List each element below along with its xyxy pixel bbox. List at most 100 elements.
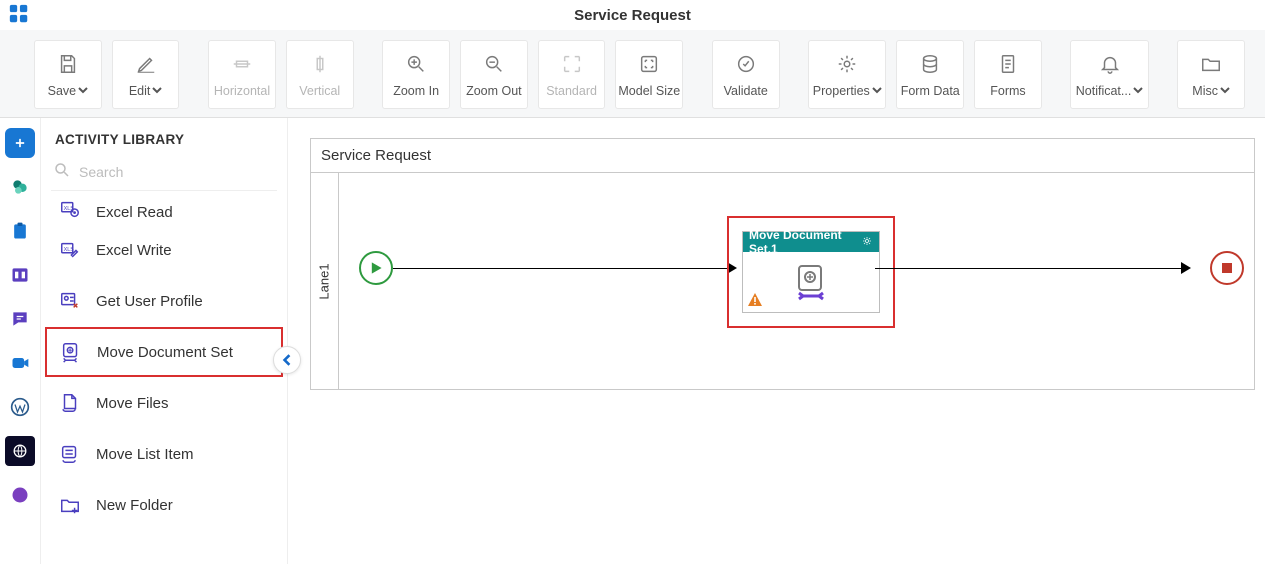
align-vertical-button: Vertical [286, 40, 354, 109]
align-horizontal-icon [231, 52, 253, 76]
activity-node-selected-frame: Move Document Set.1 [727, 216, 895, 328]
library-item-label: Excel Read [96, 204, 173, 221]
flow-area[interactable]: Move Document Set.1 [339, 173, 1254, 389]
start-node[interactable] [359, 251, 393, 285]
zoom-fit-button[interactable]: Model Size [615, 40, 683, 109]
align-vertical-icon [309, 52, 331, 76]
rail-more-icon[interactable] [5, 480, 35, 510]
left-rail [0, 118, 40, 564]
rail-add-button[interactable] [5, 128, 35, 158]
save-label: Save [48, 84, 77, 98]
library-list: XLS Excel Read XLS Excel Write Get User … [41, 195, 287, 564]
zoom-standard-label: Standard [546, 84, 597, 98]
library-item-get-user-profile[interactable]: Get User Profile [45, 276, 283, 326]
rail-globe-icon[interactable] [5, 436, 35, 466]
zoom-fit-label: Model Size [618, 84, 680, 98]
activity-node-body [743, 252, 879, 312]
zoom-out-button[interactable]: Zoom Out [460, 40, 528, 109]
library-item-label: Excel Write [96, 242, 172, 259]
svg-text:XLS: XLS [64, 247, 75, 253]
library-item-label: Get User Profile [96, 293, 203, 310]
rail-sharepoint-icon[interactable] [5, 172, 35, 202]
new-folder-icon [58, 493, 82, 517]
connector[interactable] [875, 268, 1183, 269]
rail-wordpress-icon[interactable] [5, 392, 35, 422]
form-data-button[interactable]: Form Data [896, 40, 964, 109]
validate-button[interactable]: Validate [712, 40, 780, 109]
move-list-item-icon [58, 442, 82, 466]
rail-forms-icon[interactable] [5, 260, 35, 290]
form-data-icon [919, 52, 941, 76]
page-title: Service Request [0, 7, 1265, 24]
chevron-down-icon [1133, 84, 1143, 98]
align-horizontal-label: Horizontal [214, 84, 270, 98]
zoom-in-icon [405, 52, 427, 76]
misc-button[interactable]: Misc [1177, 40, 1245, 109]
library-header: ACTIVITY LIBRARY [41, 118, 287, 157]
library-search[interactable] [51, 157, 277, 191]
connector[interactable] [393, 268, 729, 269]
lane-label-container[interactable]: Lane1 [311, 173, 339, 389]
forms-label: Forms [990, 84, 1025, 98]
notifications-label: Notificat... [1076, 84, 1132, 98]
library-item-move-document-set[interactable]: Move Document Set [45, 327, 283, 377]
zoom-fit-icon [638, 52, 660, 76]
properties-button[interactable]: Properties [808, 40, 886, 109]
move-files-icon [58, 391, 82, 415]
zoom-out-label: Zoom Out [466, 84, 522, 98]
chevron-down-icon [1220, 84, 1230, 98]
activity-node[interactable]: Move Document Set.1 [742, 231, 880, 313]
arrowhead-icon [1181, 262, 1191, 274]
rail-clipboard-icon[interactable] [5, 216, 35, 246]
rail-video-icon[interactable] [5, 348, 35, 378]
gear-icon[interactable] [861, 235, 873, 250]
chevron-down-icon [872, 84, 882, 98]
library-item-label: New Folder [96, 497, 173, 514]
end-node[interactable] [1210, 251, 1244, 285]
gear-icon [836, 52, 858, 76]
chevron-down-icon [78, 84, 88, 98]
zoom-standard-icon [561, 52, 583, 76]
canvas-title: Service Request [311, 139, 1254, 173]
swimlane: Lane1 Move Document Set.1 [311, 173, 1254, 389]
library-item-move-list-item[interactable]: Move List Item [45, 429, 283, 479]
process-canvas[interactable]: Service Request Lane1 Move Document Set.… [310, 138, 1255, 390]
folder-icon [1200, 52, 1222, 76]
activity-node-header: Move Document Set.1 [743, 232, 879, 252]
search-icon [53, 161, 71, 182]
validate-icon [735, 52, 757, 76]
validate-label: Validate [724, 84, 768, 98]
user-profile-icon [58, 289, 82, 313]
zoom-in-button[interactable]: Zoom In [382, 40, 450, 109]
form-data-label: Form Data [901, 84, 960, 98]
library-item-excel-read[interactable]: XLS Excel Read [45, 196, 283, 224]
misc-label: Misc [1192, 84, 1218, 98]
edit-icon [135, 52, 157, 76]
move-document-set-icon [59, 340, 83, 364]
library-item-label: Move Files [96, 395, 169, 412]
save-button[interactable]: Save [34, 40, 102, 109]
forms-button[interactable]: Forms [974, 40, 1042, 109]
library-item-new-folder[interactable]: New Folder [45, 480, 283, 530]
collapse-library-button[interactable] [273, 346, 301, 374]
main-area: ACTIVITY LIBRARY XLS Excel Read XLS Exce… [0, 118, 1265, 564]
edit-label: Edit [129, 84, 151, 98]
library-item-label: Move Document Set [97, 344, 233, 361]
excel-read-icon: XLS [58, 197, 82, 221]
save-icon [57, 52, 79, 76]
warning-icon [747, 292, 763, 308]
lane-label: Lane1 [317, 263, 332, 299]
edit-button[interactable]: Edit [112, 40, 180, 109]
title-bar: Service Request [0, 0, 1265, 30]
zoom-standard-button: Standard [538, 40, 606, 109]
library-item-move-files[interactable]: Move Files [45, 378, 283, 428]
chevron-down-icon [152, 84, 162, 98]
bell-icon [1099, 52, 1121, 76]
forms-icon [997, 52, 1019, 76]
notifications-button[interactable]: Notificat... [1070, 40, 1148, 109]
library-item-excel-write[interactable]: XLS Excel Write [45, 225, 283, 275]
rail-chat-icon[interactable] [5, 304, 35, 334]
align-horizontal-button: Horizontal [208, 40, 276, 109]
search-input[interactable] [79, 164, 275, 180]
app-menu-icon[interactable] [8, 3, 30, 28]
